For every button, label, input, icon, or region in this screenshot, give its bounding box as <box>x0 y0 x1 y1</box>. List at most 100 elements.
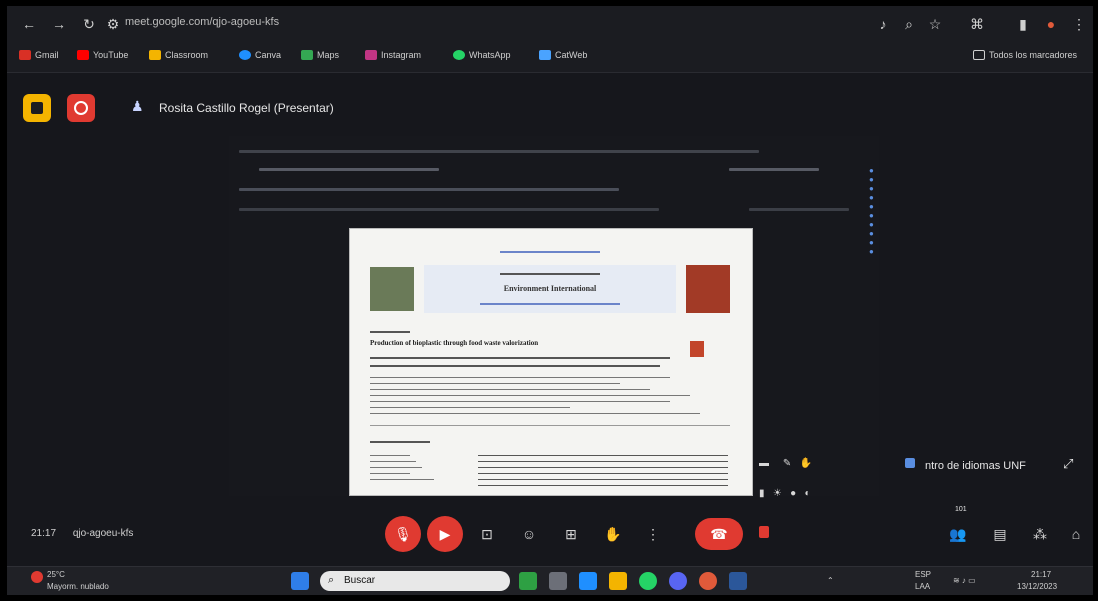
bookmark-classroom[interactable]: Classroom <box>149 50 208 60</box>
affiliation-1 <box>370 377 670 378</box>
word-icon[interactable] <box>729 572 747 590</box>
meeting-info: 21:17 qjo-agoeu-kfs <box>31 528 133 539</box>
journal-cover <box>686 265 730 313</box>
chrome-icon[interactable] <box>699 572 717 590</box>
catweb-icon <box>539 50 551 60</box>
maps-icon <box>301 50 313 60</box>
tile-icons-2: ▮ ☀ ● ◐ <box>759 488 811 499</box>
mic-button[interactable]: 🎙 <box>385 516 421 552</box>
sidepanel-icon[interactable]: ▮ <box>1013 14 1033 34</box>
taskbar-search[interactable]: ⌕ Buscar <box>320 571 510 591</box>
affiliation-5 <box>370 401 670 402</box>
inner-reader-tools <box>749 208 849 211</box>
user-icon: ♟ <box>131 98 144 114</box>
language-indicator[interactable]: ESP <box>915 570 931 579</box>
abstract-line-3 <box>478 467 728 468</box>
inner-tab-strip <box>239 150 759 153</box>
weather-temp[interactable]: 25°C <box>47 570 65 579</box>
keyword-2 <box>370 461 416 462</box>
classroom-icon <box>149 50 161 60</box>
bookmark-maps[interactable]: Maps <box>301 50 339 60</box>
chat-icon[interactable]: ▤ <box>987 521 1013 547</box>
participant-count: 101 <box>955 506 967 513</box>
address-bar[interactable]: meet.google.com/qjo-agoeu-kfs <box>125 16 279 28</box>
bookmarks-bar: Gmail YouTube Classroom Canva Maps Insta… <box>7 42 1093 73</box>
camera-off-icon: ▶ <box>439 526 451 542</box>
raise-hand-button[interactable]: ✋ <box>595 516 631 552</box>
expand-icon[interactable]: ⤢ <box>1063 456 1073 472</box>
elsevier-logo <box>370 267 414 311</box>
activities-icon[interactable]: ⁂ <box>1027 521 1053 547</box>
affiliation-4 <box>370 395 690 396</box>
meeting-code: qjo-agoeu-kfs <box>72 528 134 539</box>
bookmark-gmail[interactable]: Gmail <box>19 50 59 60</box>
site-info-icon[interactable]: ⚙ <box>103 14 123 34</box>
affiliation-6 <box>370 407 570 408</box>
whatsapp-taskbar-icon[interactable] <box>639 572 657 590</box>
record-button[interactable] <box>67 94 95 122</box>
more-options-button[interactable]: ⋮ <box>635 516 671 552</box>
instagram-icon <box>365 50 377 60</box>
taskview-icon[interactable] <box>549 572 567 590</box>
bookmark-catweb[interactable]: CatWeb <box>539 50 587 60</box>
host-controls-icon[interactable]: ⌂ <box>1063 521 1089 547</box>
weather-icon[interactable] <box>31 571 43 583</box>
emoji-icon: ☺ <box>521 526 537 542</box>
canva-icon <box>239 50 251 60</box>
present-button[interactable]: ⊞ <box>553 516 589 552</box>
menu-icon[interactable]: ⋮ <box>1069 14 1089 34</box>
status-indicator-icon <box>759 526 769 538</box>
taskbar-date: 13/12/2023 <box>1017 582 1058 591</box>
profile-icon[interactable]: ● <box>1041 14 1061 34</box>
file-explorer-icon[interactable] <box>609 572 627 590</box>
bookmark-whatsapp[interactable]: WhatsApp <box>453 50 511 60</box>
mic-icon[interactable]: ♪ <box>873 14 893 34</box>
article-type <box>370 331 410 333</box>
browser-toolbar: ← → ↻ ⚙ meet.google.com/qjo-agoeu-kfs ♪ … <box>7 6 1093 42</box>
captions-button[interactable]: ⊡ <box>469 516 505 552</box>
more-icon: ⋮ <box>646 526 660 542</box>
all-bookmarks[interactable]: Todos los marcadores <box>973 50 1077 60</box>
store-icon[interactable] <box>579 572 597 590</box>
zoom-icon[interactable]: ⌕ <box>899 14 919 34</box>
edge-icon[interactable] <box>519 572 537 590</box>
journal-header: Environment International <box>424 265 676 313</box>
discord-icon[interactable] <box>669 572 687 590</box>
article-title: Production of bioplastic through food wa… <box>370 339 539 347</box>
bookmark-canva[interactable]: Canva <box>239 50 281 60</box>
people-icon[interactable]: 👥 <box>945 521 971 547</box>
start-icon[interactable] <box>291 572 309 590</box>
abstract-line-4 <box>478 473 728 474</box>
stop-presenting-button[interactable] <box>23 94 51 122</box>
pinned-participant-label: ntro de idiomas UNF <box>925 460 1026 472</box>
back-icon[interactable]: ← <box>19 14 39 34</box>
bookmark-instagram[interactable]: Instagram <box>365 50 421 60</box>
search-label: Buscar <box>344 575 376 586</box>
abstract-line-6 <box>478 485 728 486</box>
bookmark-youtube[interactable]: YouTube <box>77 50 128 60</box>
abstract-line-1 <box>478 455 728 456</box>
star-icon[interactable]: ☆ <box>925 14 945 34</box>
inner-reader-toolbar <box>239 208 659 211</box>
presenter-name: Rosita Castillo Rogel (Presentar) <box>159 101 334 115</box>
affiliation-7 <box>370 413 700 414</box>
crossmark-icon <box>690 341 704 357</box>
present-screen-icon: ⊞ <box>565 526 577 542</box>
extensions-icon[interactable]: ⌘ <box>967 14 987 34</box>
mic-off-icon: 🎙 <box>394 526 412 542</box>
taskbar-clock[interactable]: 21:17 <box>1031 570 1051 579</box>
gmail-icon <box>19 50 31 60</box>
inner-sidebar-dots: ● ● ● ● ● ● ● ● ● ● <box>869 166 874 256</box>
tray-overflow-icon[interactable]: ⌃ <box>827 576 834 585</box>
emoji-button[interactable]: ☺ <box>511 516 547 552</box>
article-preview: Environment International Production of … <box>349 228 753 496</box>
forward-icon[interactable]: → <box>49 14 69 34</box>
leave-call-button[interactable]: ☎ <box>695 518 743 550</box>
network-sound-icons[interactable]: ≋ ♪ ▭ <box>953 576 976 585</box>
keyword-4 <box>370 473 410 474</box>
reload-icon[interactable]: ↻ <box>79 14 99 34</box>
camera-button[interactable]: ▶ <box>427 516 463 552</box>
hangup-icon: ☎ <box>710 526 728 542</box>
authors-line <box>370 357 670 359</box>
present-icon <box>31 102 43 114</box>
